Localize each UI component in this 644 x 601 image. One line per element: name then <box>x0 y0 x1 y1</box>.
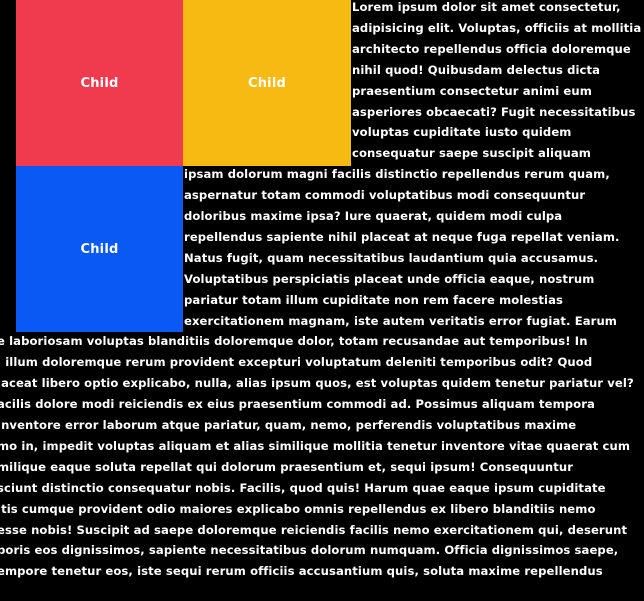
paragraph-line: adipisicing elit. Voluptas, officiis at … <box>352 20 642 35</box>
paragraph-line: asperiores obcaecati? Fugit necessitatib… <box>352 104 636 119</box>
child-box-red: Child <box>16 0 183 166</box>
left-margin <box>0 0 16 332</box>
paragraph-line: ipsam dolorum magni facilis distinctio r… <box>184 167 610 182</box>
paragraph-line: consequatur saepe suscipit aliquam <box>352 146 591 161</box>
paragraph-line: inventore error laborum atque pariatur, … <box>0 418 577 432</box>
paragraph-line: sciunt distinctio consequatur nobis. Fac… <box>0 480 606 495</box>
paragraph-line: i illum doloremque rerum provident excep… <box>0 355 593 370</box>
paragraph-line: empore tenetur eos, iste sequi rerum off… <box>0 564 603 579</box>
paragraph-line: architecto repellendus officia doloremqu… <box>352 41 631 56</box>
paragraph-line: nihil quod! Quibusdam delectus dicta <box>352 62 601 77</box>
child-box-blue: Child <box>16 166 183 332</box>
paragraph-line: esse nobis! Suscipit ad saepe doloremque… <box>0 522 628 537</box>
paragraph-line: aspernatur totam commodi voluptatibus mo… <box>184 188 586 203</box>
paragraph-line: Lorem ipsum dolor sit amet consectetur, <box>352 0 621 14</box>
paragraph-line: poris eos dignissimos, sapiente necessit… <box>0 543 619 558</box>
child-label: Child <box>80 241 119 257</box>
child-box-yellow: Child <box>183 0 351 166</box>
paragraph-line: mo in, impedit voluptas aliquam et alias… <box>0 438 631 453</box>
paragraph-line: doloribus maxime ipsa? Iure quaerat, qui… <box>184 209 563 223</box>
paragraph-line: milique eaque soluta repellat qui doloru… <box>0 459 574 474</box>
paragraph-line: acilis dolore modi reiciendis ex eius pr… <box>0 397 595 412</box>
paragraph-line: praesentium consectetur animi eum <box>352 83 592 98</box>
paragraph-line: Natus fugit, quam necessitatibus laudant… <box>184 250 599 265</box>
paragraph-line: exercitationem magnam, iste autem verita… <box>184 313 617 328</box>
paragraph-line: voluptas cupiditate iusto quidem <box>352 125 572 140</box>
child-label: Child <box>80 75 119 91</box>
paragraph-line: itis cumque provident odio maiores expli… <box>0 501 596 516</box>
paragraph-line: Voluptatibus perspiciatis placeat unde o… <box>184 271 595 286</box>
child-label: Child <box>247 75 286 91</box>
paragraph-line: pariatur totam illum cupiditate non rem … <box>184 292 563 307</box>
paragraph-line: e laboriosam voluptas blanditiis dolorem… <box>0 334 588 349</box>
paragraph-line: laceat libero optio explicabo, nulla, al… <box>0 376 634 391</box>
float-layout-demo: Child Child Child Lorem ipsum dolor sit … <box>0 0 644 601</box>
paragraph-line: repellendus sapiente nihil placeat at ne… <box>184 229 620 244</box>
